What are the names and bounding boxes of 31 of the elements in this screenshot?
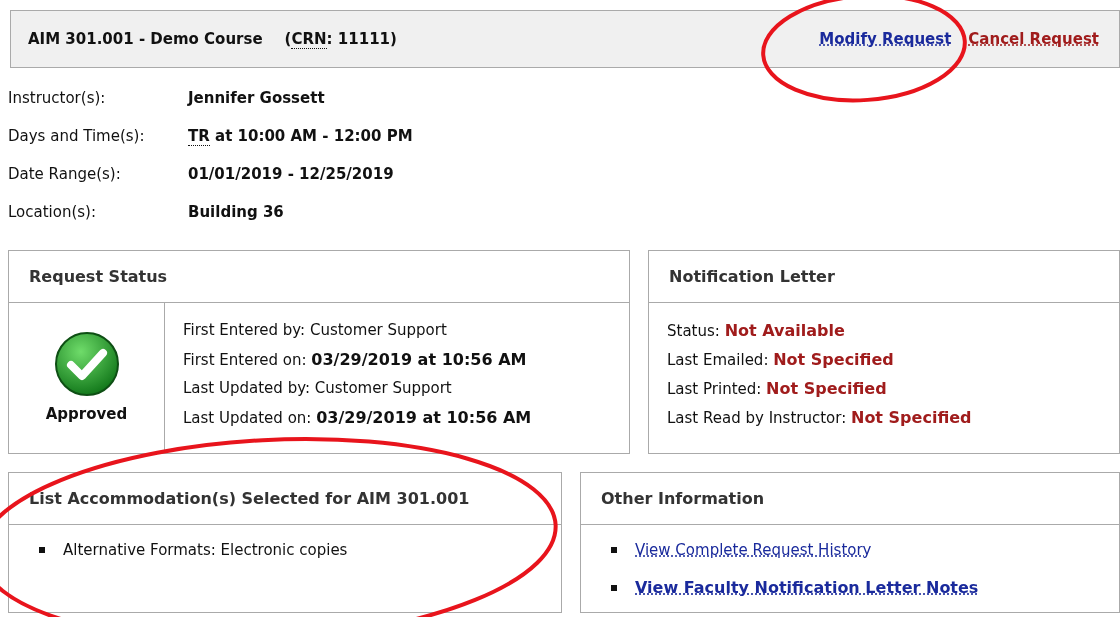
field-value: 01/01/2019 - 12/25/2019 (188, 163, 394, 185)
field-label: Instructor(s): (8, 87, 107, 109)
field-label: Location(s): (8, 201, 97, 223)
bullet-icon (611, 547, 617, 554)
status-line: Last Printed: Not Specified (667, 378, 888, 400)
status-line: Last Updated on: 03/29/2019 at 10:56 AM (183, 407, 532, 429)
status-line: Last Emailed: Not Specified (667, 349, 895, 371)
cancel-request-link[interactable]: Cancel Request (968, 27, 1099, 51)
info-link[interactable]: View Faculty Notification Letter Notes (635, 575, 979, 600)
field-value: Building 36 (188, 201, 284, 223)
field-value: TR at 10:00 AM - 12:00 PM (188, 125, 413, 148)
bullet-icon (39, 547, 45, 554)
status-label: Approved (45, 403, 128, 425)
field-label: Date Range(s): (8, 163, 122, 185)
field-label: Days and Time(s): (8, 125, 146, 147)
status-line: Last Read by Instructor: Not Specified (667, 407, 973, 429)
modify-request-link[interactable]: Modify Request (819, 27, 952, 51)
accommodation-item: Alternative Formats: Electronic copies (63, 540, 348, 561)
crn-label: (CRN: 11111) (284, 28, 397, 51)
panel-title: Other Information (601, 487, 765, 510)
status-line: Status: Not Available (667, 320, 846, 342)
bullet-icon (611, 584, 617, 591)
course-title: AIM 301.001 - Demo Course (28, 28, 263, 50)
panel-title: Notification Letter (669, 265, 835, 288)
info-link[interactable]: View Complete Request History (635, 539, 872, 562)
status-line: Last Updated by: Customer Support (183, 378, 453, 399)
panel-title: Request Status (29, 265, 168, 288)
status-line: First Entered by: Customer Support (183, 320, 448, 341)
field-value: Jennifer Gossett (188, 87, 325, 109)
check-icon (53, 330, 120, 397)
status-line: First Entered on: 03/29/2019 at 10:56 AM (183, 349, 528, 371)
